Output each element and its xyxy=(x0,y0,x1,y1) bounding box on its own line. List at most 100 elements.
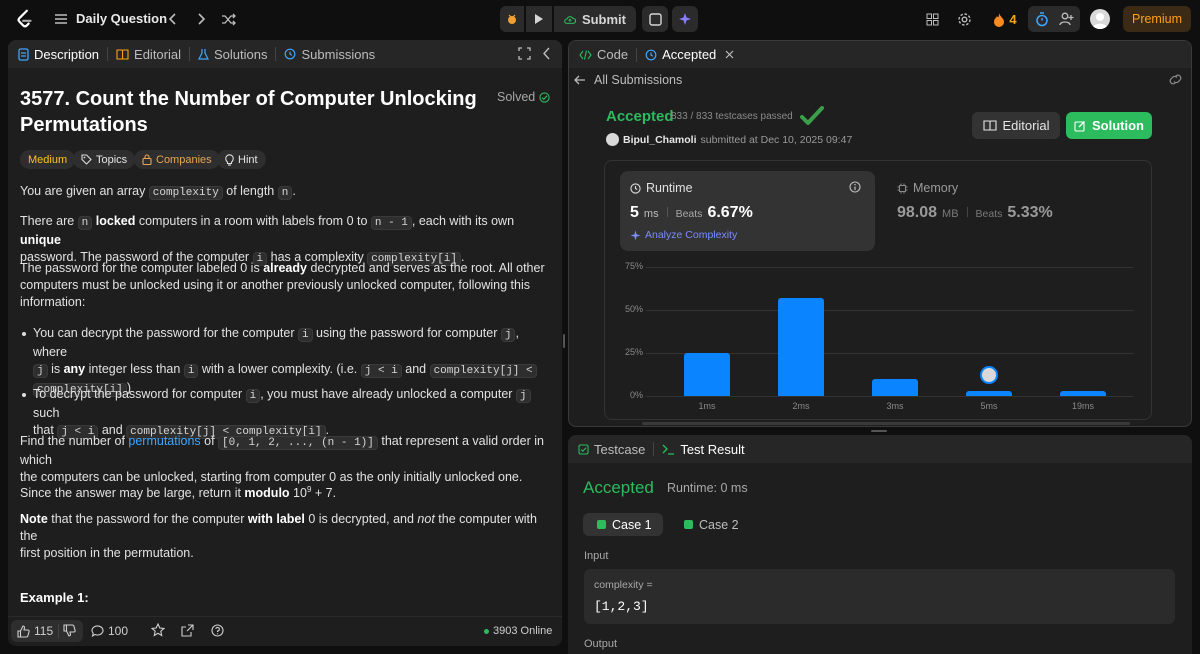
your-submission-avatar[interactable] xyxy=(980,365,998,384)
sparkle-icon xyxy=(630,230,641,240)
chart-bar[interactable] xyxy=(872,378,918,396)
chart-bar[interactable] xyxy=(966,390,1012,396)
horizontal-resize-handle[interactable] xyxy=(871,430,887,432)
user-avatar[interactable] xyxy=(1090,9,1110,29)
case-1-tab[interactable]: Case 1 xyxy=(583,513,663,536)
like-count: 115 xyxy=(34,624,54,638)
paragraph-6: Note that the password for the computer … xyxy=(20,511,545,562)
problem-title[interactable]: 3577. Count the Number of Computer Unloc… xyxy=(20,86,490,138)
thumbs-down-icon xyxy=(63,624,76,637)
runtime-beats-value: 6.67% xyxy=(707,204,753,221)
collapse-panel-icon[interactable] xyxy=(542,47,551,63)
layout-grid-icon[interactable] xyxy=(924,11,940,27)
back-label: All Submissions xyxy=(594,73,683,87)
flask-icon xyxy=(198,49,209,60)
text: You are given an array xyxy=(20,184,149,198)
tab-divider xyxy=(636,47,638,62)
chart-x-tick: 19ms xyxy=(1071,401,1094,411)
close-tab-icon[interactable] xyxy=(725,50,734,59)
editorial-label: Editorial xyxy=(1002,118,1050,133)
tab-divider xyxy=(189,47,190,61)
analyze-complexity-link[interactable]: Analyze Complexity xyxy=(630,229,737,241)
text: , each with its own xyxy=(411,214,515,228)
chart-gridline xyxy=(646,310,1134,311)
notes-icon[interactable] xyxy=(642,6,668,32)
edit-icon xyxy=(1074,120,1085,132)
companies-tag[interactable]: Companies xyxy=(134,150,220,169)
tab-submissions[interactable]: Submissions xyxy=(284,47,375,62)
history-icon xyxy=(645,49,657,60)
vertical-resize-handle[interactable] xyxy=(563,334,565,348)
chart-bar[interactable] xyxy=(778,297,824,396)
runtime-beats-label: Beats xyxy=(675,208,703,220)
run-button[interactable] xyxy=(526,6,552,32)
memory-header[interactable]: Memory xyxy=(897,181,958,195)
share-icon[interactable] xyxy=(181,624,194,637)
memory-beats-label: Beats xyxy=(975,208,1003,220)
editorial-button[interactable]: Editorial xyxy=(972,112,1060,139)
submitter-avatar[interactable] xyxy=(606,133,619,146)
daily-question-title[interactable]: Daily Question xyxy=(76,11,167,26)
inline-code: j xyxy=(515,389,531,403)
difficulty-badge[interactable]: Medium xyxy=(20,150,76,169)
topics-tag[interactable]: Topics xyxy=(73,150,136,169)
chart-y-tick: 0% xyxy=(629,390,643,400)
bold-text: unique xyxy=(20,233,61,247)
online-dot xyxy=(484,628,489,634)
problem-list-icon[interactable] xyxy=(54,11,68,27)
example-heading: Example 1: xyxy=(20,590,89,605)
add-user-icon[interactable] xyxy=(1058,12,1074,26)
case-2-tab[interactable]: Case 2 xyxy=(684,513,739,536)
premium-button[interactable]: Premium xyxy=(1123,6,1191,32)
chart-y-tick: 25% xyxy=(624,347,643,357)
tab-test-result[interactable]: Test Result xyxy=(662,442,745,457)
shuffle-icon[interactable] xyxy=(220,11,236,27)
tab-editorial-label: Editorial xyxy=(134,46,181,62)
tab-description[interactable]: Description xyxy=(18,47,99,62)
favorite-star-icon[interactable] xyxy=(151,623,165,637)
tab-editorial[interactable]: Editorial xyxy=(116,47,181,62)
settings-gear-icon[interactable] xyxy=(956,11,972,27)
tab-solutions[interactable]: Solutions xyxy=(198,47,267,62)
text: The password for the computer labeled 0 … xyxy=(20,261,264,275)
chart-bar[interactable] xyxy=(1060,390,1106,396)
ai-sparkle-icon[interactable] xyxy=(672,6,698,32)
back-to-submissions[interactable]: All Submissions xyxy=(574,73,682,87)
tab-testcase[interactable]: Testcase xyxy=(578,442,645,457)
copy-link-icon[interactable] xyxy=(1168,73,1183,91)
timer-icon[interactable] xyxy=(1035,11,1049,27)
leetcode-logo-icon[interactable] xyxy=(14,8,36,30)
test-result-status: Accepted xyxy=(583,478,654,497)
streak-counter[interactable]: 4 xyxy=(988,10,1022,28)
fullscreen-icon[interactable] xyxy=(518,47,531,63)
chart-bar[interactable] xyxy=(684,353,730,396)
comments-button[interactable]: 100 xyxy=(91,624,128,638)
runtime-unit: ms xyxy=(643,208,659,220)
inline-code: complexity[j] < xyxy=(429,364,537,378)
tab-code[interactable]: Code xyxy=(579,47,628,62)
prev-question-icon[interactable] xyxy=(166,11,180,27)
submitted-time: submitted at Dec 10, 2025 09:47 xyxy=(700,133,853,146)
debug-icon[interactable] xyxy=(500,6,524,32)
solved-label: Solved xyxy=(497,90,536,104)
permutations-link[interactable]: permutations xyxy=(128,434,200,448)
text: of xyxy=(200,434,219,448)
hint-tag[interactable]: Hint xyxy=(217,150,266,169)
runtime-stats: 5 ms Beats 6.67% xyxy=(630,204,753,222)
next-question-icon[interactable] xyxy=(194,11,208,27)
paragraph-1: You are given an array complexity of len… xyxy=(20,183,545,202)
solution-button[interactable]: Solution xyxy=(1066,112,1152,139)
check-circle-icon xyxy=(539,91,550,103)
info-icon[interactable] xyxy=(849,180,861,198)
submit-button[interactable]: Submit xyxy=(554,6,636,32)
chart-x-tick: 2ms xyxy=(792,401,810,411)
output-label: Output xyxy=(584,638,618,650)
submitter-name[interactable]: Bipul_Chamoli xyxy=(623,134,697,146)
tab-accepted[interactable]: Accepted xyxy=(645,47,734,62)
like-button[interactable]: 115 xyxy=(17,624,53,638)
paragraph-3: The password for the computer labeled 0 … xyxy=(20,260,545,311)
paragraph-4: Find the number of permutations of [0, 1… xyxy=(20,433,545,486)
chart-scrollbar[interactable] xyxy=(642,422,1130,425)
help-icon[interactable] xyxy=(211,624,224,637)
dislike-button[interactable] xyxy=(63,624,76,637)
